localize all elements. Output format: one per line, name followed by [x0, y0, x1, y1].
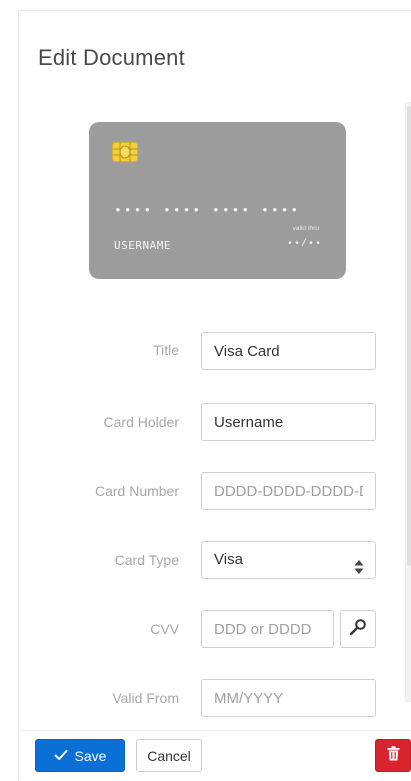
dialog-footer: Save Cancel	[19, 730, 411, 781]
card-number-label: Card Number	[94, 483, 179, 499]
scrollbar[interactable]	[405, 102, 411, 702]
card-holder-name: USERNAME	[114, 239, 171, 252]
key-icon	[349, 618, 367, 641]
dialog-title: Edit Document	[38, 45, 185, 70]
valid-from-input[interactable]	[201, 679, 376, 717]
card-type-select[interactable]: Visa	[201, 541, 376, 579]
select-arrows-icon	[354, 553, 364, 574]
valid-from-label: Valid From	[112, 690, 179, 706]
cancel-button-label: Cancel	[147, 747, 191, 764]
card-preview: •••• •••• •••• •••• USERNAME valid thru …	[89, 122, 346, 279]
save-button-label: Save	[74, 747, 107, 764]
generate-cvv-button[interactable]	[340, 610, 376, 648]
cvv-input[interactable]	[201, 610, 334, 648]
scrollbar-thumb[interactable]	[407, 106, 411, 566]
checkmark-icon	[54, 748, 68, 764]
edit-document-dialog: Edit Document •••• •••• •••• •••• USERNA…	[18, 10, 411, 781]
title-input[interactable]	[201, 332, 376, 370]
valid-thru-label: valid thru	[292, 225, 319, 232]
card-holder-label: Card Holder	[103, 414, 179, 430]
cancel-button[interactable]: Cancel	[136, 739, 202, 772]
card-number-mask: •••• •••• •••• ••••	[114, 203, 301, 218]
cvv-label: CVV	[150, 621, 179, 637]
card-number-input[interactable]	[201, 472, 376, 510]
delete-button[interactable]	[375, 739, 411, 772]
card-type-selected-value: Visa	[214, 551, 243, 568]
valid-thru-value: ••/••	[286, 239, 322, 250]
card-chip-icon	[112, 142, 138, 162]
trash-icon	[387, 745, 400, 766]
card-type-label: Card Type	[114, 552, 179, 568]
save-button[interactable]: Save	[35, 739, 125, 772]
card-holder-input[interactable]	[201, 403, 376, 441]
title-label: Title	[153, 342, 179, 358]
